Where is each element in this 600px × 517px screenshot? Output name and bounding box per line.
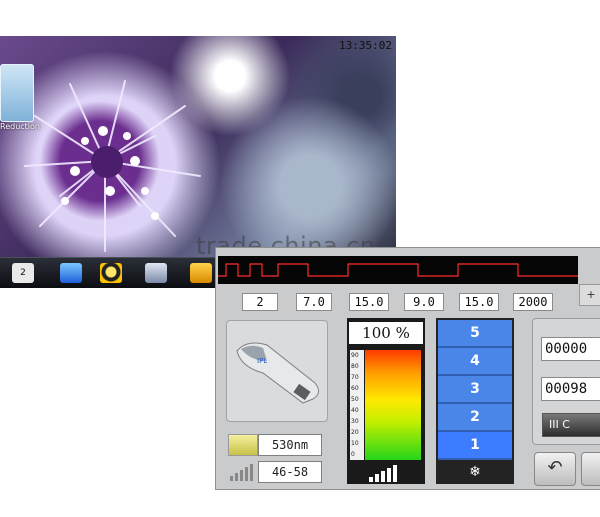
level-2-button[interactable]: 2 <box>438 404 512 432</box>
back-arrow-icon[interactable]: ↶ <box>534 452 576 486</box>
level-4-button[interactable]: 4 <box>438 348 512 376</box>
next-button[interactable] <box>581 452 600 486</box>
signal-icon <box>230 464 253 481</box>
pulse-waveform <box>218 256 578 284</box>
power-percent: 100 % <box>349 322 423 344</box>
power-bar-fill <box>365 350 421 460</box>
range-field[interactable]: 46-58 <box>258 461 322 483</box>
level-5-button[interactable]: 5 <box>438 320 512 348</box>
level-selector: 5 4 3 2 1 ❄ <box>436 318 514 484</box>
reset-counter-button[interactable]: III C <box>542 413 600 437</box>
level-3-button[interactable]: 3 <box>438 376 512 404</box>
snowflake-icon[interactable]: ❄ <box>438 462 512 482</box>
scale-tick: 60 <box>351 385 359 392</box>
clock-icon[interactable]: 2 <box>12 263 34 283</box>
param-delay-2[interactable]: 15.0 <box>459 293 499 311</box>
power-scale: 90 80 70 60 50 40 30 20 10 0 <box>350 350 364 460</box>
wavelength-field[interactable]: 530nm <box>258 434 322 456</box>
scale-tick: 0 <box>351 451 355 458</box>
ipl-handpiece-icon: IPL <box>236 342 319 404</box>
graph-app-icon[interactable] <box>145 263 167 283</box>
power-bar[interactable] <box>365 350 421 460</box>
clock-badge: 2 <box>20 268 26 278</box>
power-signal-icon <box>369 465 397 482</box>
desktop-icon-label: Reduction <box>0 122 40 131</box>
param-pulse-count[interactable]: 2 <box>242 293 278 311</box>
blue-app-icon[interactable] <box>60 263 82 283</box>
scale-tick: 10 <box>351 440 359 447</box>
scale-tick: 40 <box>351 407 359 414</box>
filter-lamp-icon <box>228 434 258 456</box>
scale-tick: 70 <box>351 374 359 381</box>
scale-tick: 20 <box>351 429 359 436</box>
add-button[interactable]: + <box>579 284 600 306</box>
flower-petals <box>24 80 201 252</box>
lamp-app-icon[interactable] <box>100 263 122 283</box>
scale-tick: 80 <box>351 363 359 370</box>
scale-tick: 30 <box>351 418 359 425</box>
power-meter: 100 % 90 80 70 60 50 40 30 20 10 0 <box>347 318 425 484</box>
reduction-app-icon[interactable] <box>0 64 34 122</box>
param-delay-1[interactable]: 15.0 <box>349 293 389 311</box>
handpiece-label: IPL <box>257 357 267 365</box>
folder-app-icon[interactable] <box>190 263 212 283</box>
scale-tick: 90 <box>351 352 359 359</box>
level-1-button[interactable]: 1 <box>438 432 512 460</box>
clock-display: 13:35:02 <box>339 39 392 52</box>
param-pulse-width[interactable]: 7.0 <box>296 293 332 311</box>
total-counter: 00000 <box>541 337 600 361</box>
treatment-screen: + 2 7.0 15.0 9.0 15.0 2000 IPL 530nm 46-… <box>215 247 600 490</box>
session-counter: 00098 <box>541 377 600 401</box>
param-frequency[interactable]: 2000 <box>513 293 553 311</box>
param-width-2[interactable]: 9.0 <box>404 293 444 311</box>
scale-tick: 50 <box>351 396 359 403</box>
handpiece-panel[interactable]: IPL <box>226 320 328 422</box>
